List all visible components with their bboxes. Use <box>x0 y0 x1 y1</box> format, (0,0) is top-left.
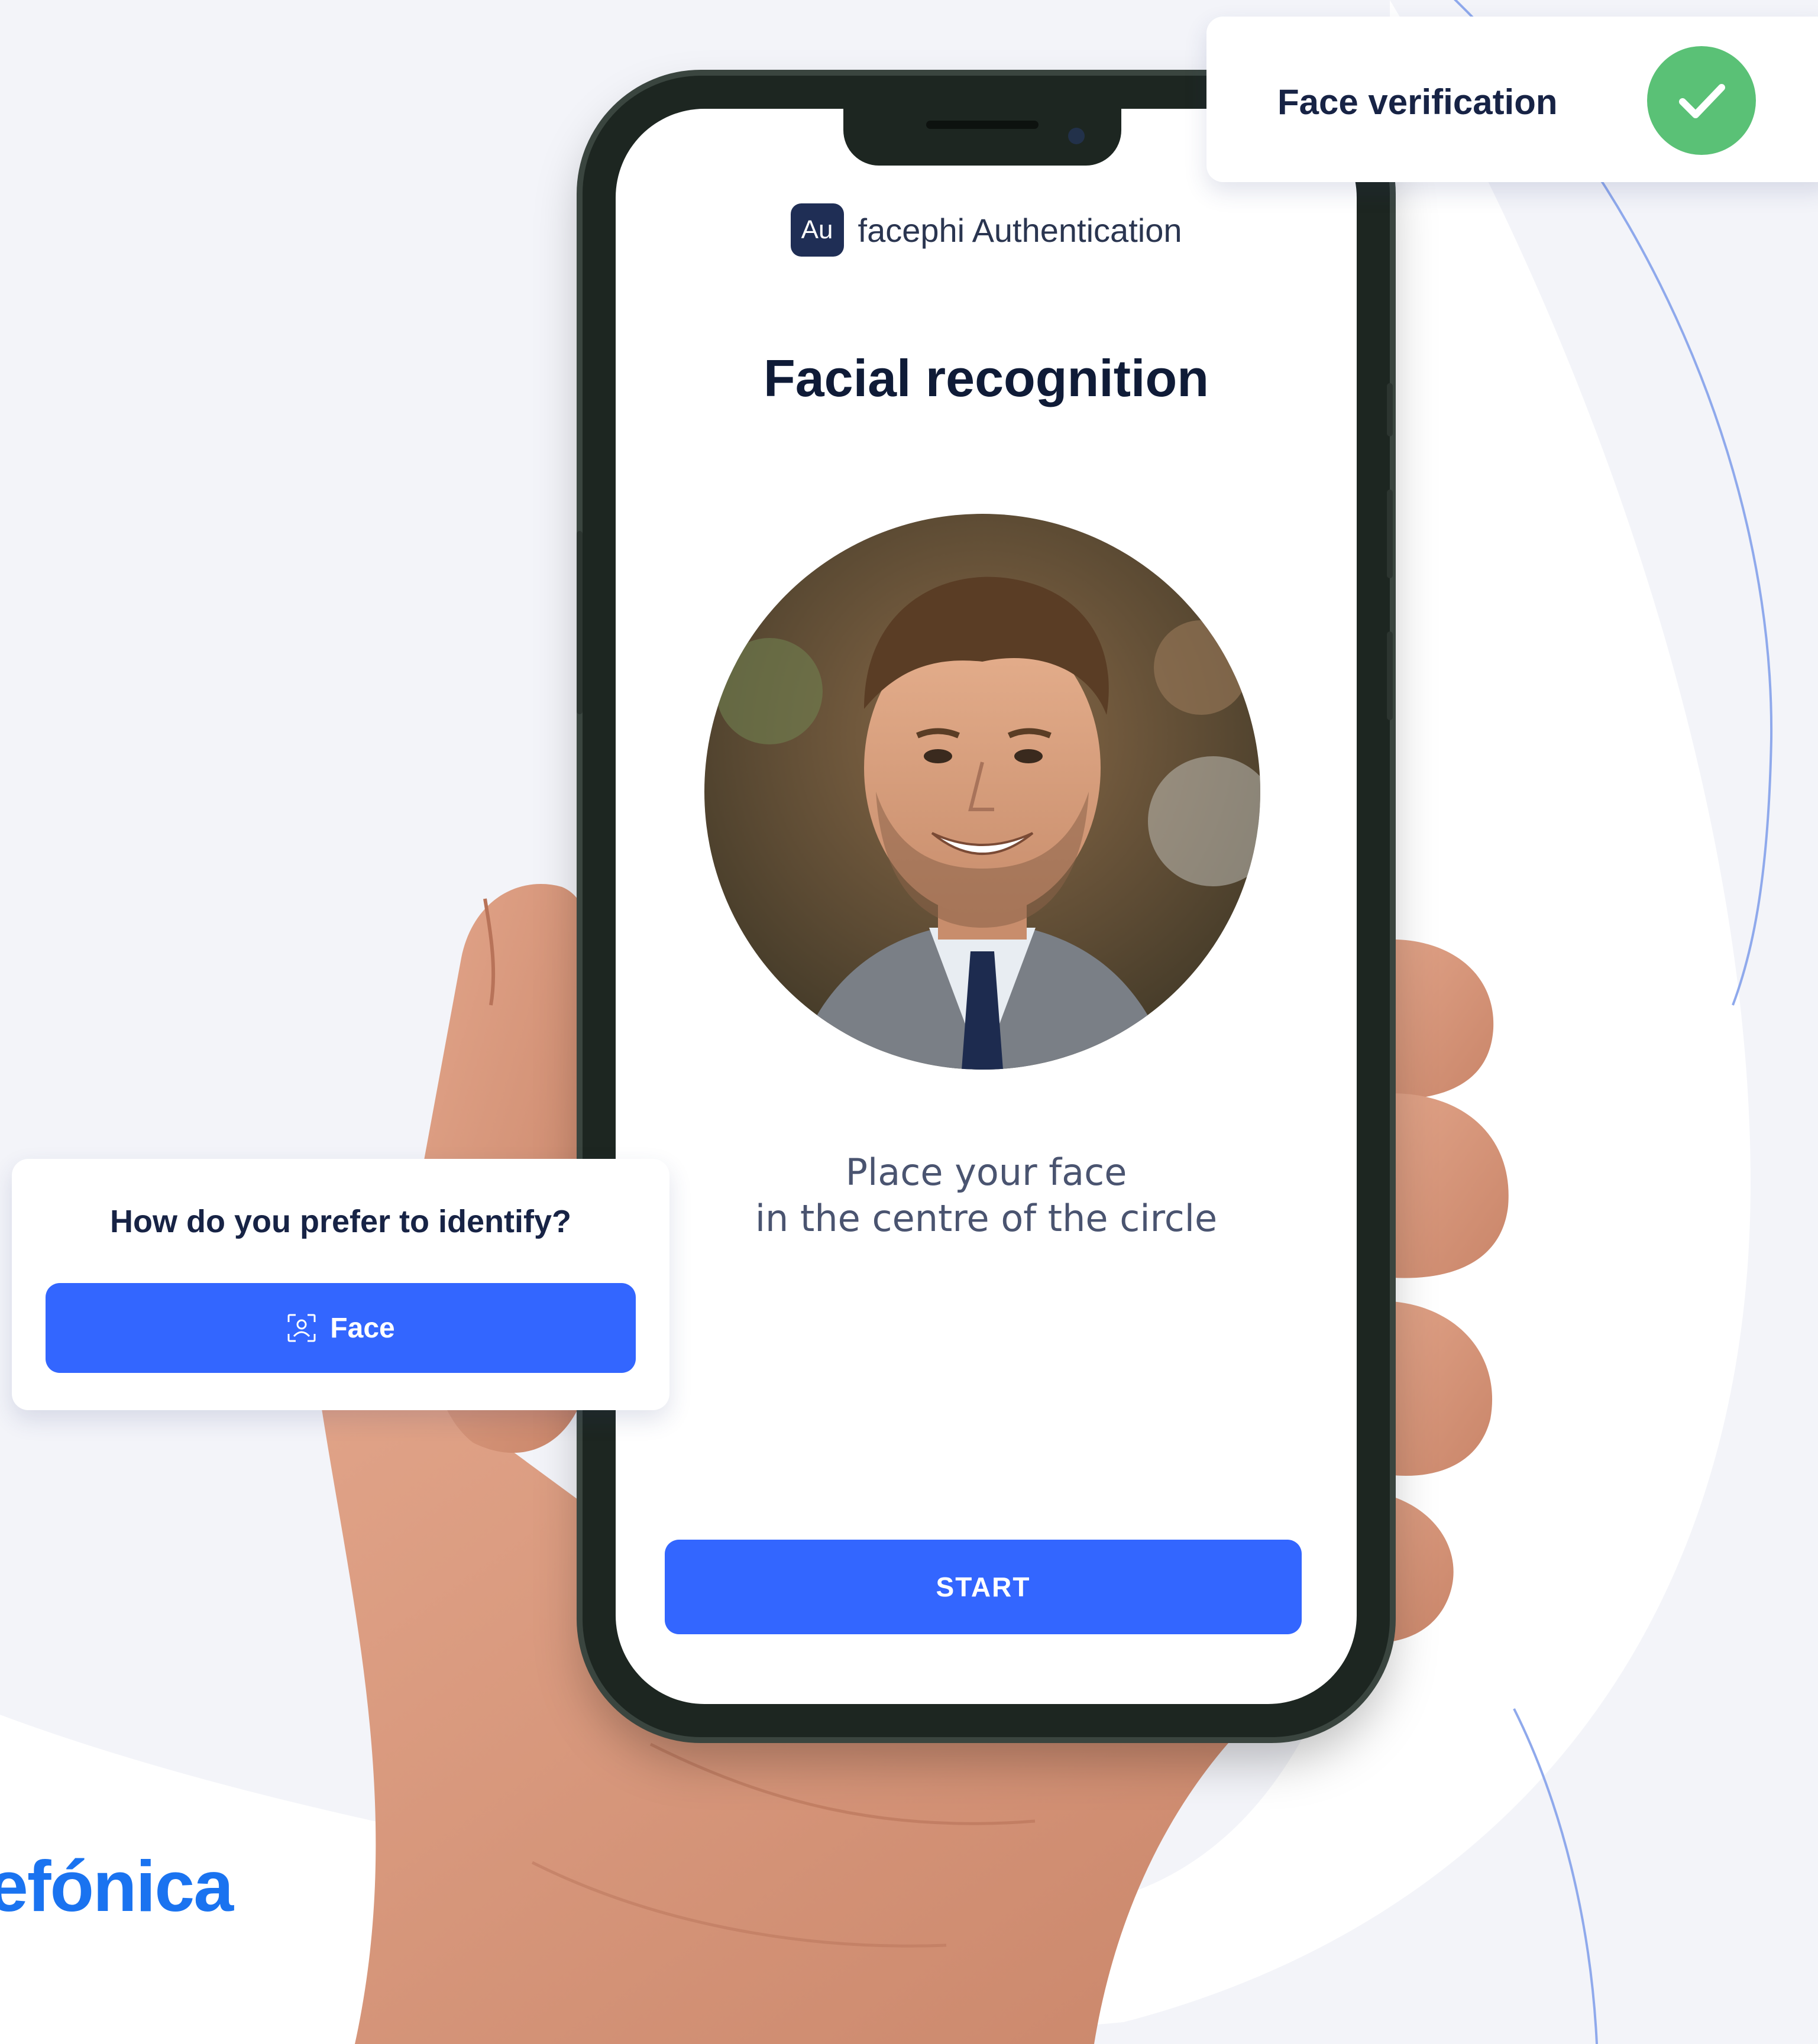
identify-method-card: How do you prefer to identify? Face <box>12 1159 669 1410</box>
phone-screen: Au facephi Authentication Facial recogni… <box>616 109 1357 1704</box>
phone-side-button <box>1387 383 1393 436</box>
face-scan-icon <box>287 1314 316 1342</box>
check-icon <box>1647 46 1756 155</box>
face-option-label: Face <box>330 1312 395 1344</box>
brand-name: facephi Authentication <box>858 211 1182 249</box>
face-option-button[interactable]: Face <box>46 1283 636 1373</box>
phone-side-button <box>577 531 583 714</box>
app-header: Au facephi Authentication <box>616 203 1357 257</box>
logo-text: Au <box>801 215 833 244</box>
verification-label: Face verification <box>1277 82 1558 122</box>
phone-device: Au facephi Authentication Facial recogni… <box>577 76 1393 1737</box>
marketing-scene: Au facephi Authentication Facial recogni… <box>0 0 1818 2044</box>
face-capture-circle <box>704 514 1260 1070</box>
phone-side-button <box>1387 490 1393 578</box>
portrait-photo <box>704 514 1260 1070</box>
front-camera-icon <box>1068 128 1085 144</box>
start-button[interactable]: START <box>665 1540 1302 1634</box>
instruction-line-1: Place your face <box>845 1151 1127 1194</box>
face-verification-card: Face verification <box>1206 17 1818 182</box>
speaker-grille <box>926 121 1039 129</box>
authentication-logo: Au <box>790 203 844 257</box>
identify-question: How do you prefer to identify? <box>110 1204 571 1239</box>
brand-logo-text: efónica <box>0 1846 234 1926</box>
phone-side-button <box>1387 631 1393 720</box>
page-title: Facial recognition <box>763 349 1209 407</box>
phone-notch <box>843 109 1121 166</box>
instruction-line-2: in the centre of the circle <box>755 1197 1218 1240</box>
instruction-text: Place your face in the centre of the cir… <box>616 1149 1357 1242</box>
check-mark-icon <box>1679 84 1725 118</box>
